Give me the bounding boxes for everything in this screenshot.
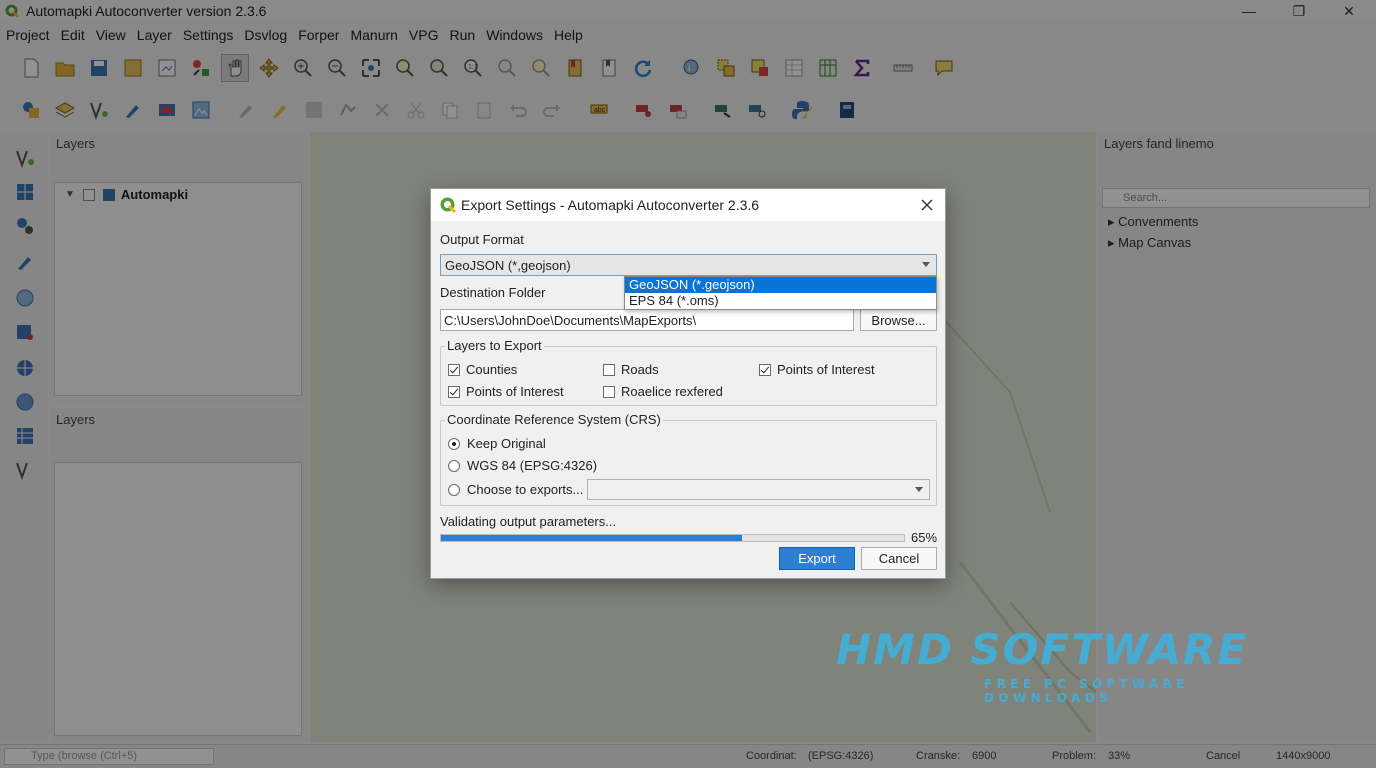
crs-custom-select[interactable]: [587, 479, 930, 500]
cancel-button[interactable]: Cancel: [861, 547, 937, 570]
radio-unselected-icon: [448, 483, 460, 496]
dialog-title: Export Settings - Automapki Autoconverte…: [461, 197, 760, 213]
layer-checkbox-roads[interactable]: Roads: [603, 362, 659, 377]
progress-percent: 65%: [911, 530, 938, 545]
progress-status-text: Validating output parameters...: [440, 514, 617, 529]
destination-folder-label: Destination Folder: [440, 285, 546, 300]
dialog-title-bar: Export Settings - Automapki Autoconverte…: [431, 189, 945, 221]
crs-radio-label: WGS 84 (EPSG:4326): [467, 458, 598, 473]
layer-checkbox-label: Counties: [466, 362, 518, 377]
format-option-eps84[interactable]: EPS 84 (*.oms): [625, 293, 936, 309]
export-button[interactable]: Export: [779, 547, 855, 570]
layer-checkbox-counties[interactable]: Counties: [448, 362, 517, 377]
qgis-logo-icon: [440, 197, 457, 214]
output-format-dropdown-list: GeoJSON (*.geojson) EPS 84 (*.oms): [624, 276, 937, 310]
radio-selected-icon: [448, 437, 460, 450]
layer-checkbox-roaelice[interactable]: Roaelice rexfered: [603, 384, 723, 399]
browse-button[interactable]: Browse...: [860, 309, 937, 331]
format-option-geojson[interactable]: GeoJSON (*.geojson): [625, 277, 936, 293]
crs-group-title: Coordinate Reference System (CRS): [445, 412, 663, 427]
destination-folder-input[interactable]: C:\Users\JohnDoe\Documents\MapExports\: [440, 309, 854, 331]
layer-checkbox-poi-2[interactable]: Points of Interest: [448, 384, 564, 399]
layers-group-title: Layers to Export: [445, 338, 544, 353]
crs-radio-choose[interactable]: Choose to exports...: [448, 482, 583, 497]
checkbox-checked-icon: [448, 363, 460, 376]
layers-to-export-group: Layers to Export Counties Roads Points o…: [440, 338, 937, 406]
layer-checkbox-poi-1[interactable]: Points of Interest: [759, 362, 875, 377]
watermark: HMD SOFTWARE FREE PC SOFTWARE DOWNLOADS: [836, 625, 1300, 706]
checkbox-checked-icon: [759, 363, 771, 376]
layer-checkbox-label: Points of Interest: [777, 362, 875, 377]
close-icon: [921, 199, 933, 211]
chevron-down-icon: [922, 262, 930, 267]
crs-radio-label: Keep Original: [467, 436, 546, 451]
progress-bar: [440, 534, 905, 542]
radio-unselected-icon: [448, 459, 460, 472]
checkbox-checked-icon: [448, 385, 460, 398]
crs-radio-wgs84[interactable]: WGS 84 (EPSG:4326): [448, 458, 597, 473]
layer-checkbox-label: Roads: [621, 362, 659, 377]
progress-bar-fill: [441, 535, 742, 541]
watermark-subtitle: FREE PC SOFTWARE DOWNLOADS: [984, 677, 1189, 705]
dialog-close-button[interactable]: [917, 195, 937, 215]
output-format-label: Output Format: [440, 232, 524, 247]
watermark-title: HMD SOFTWARE: [836, 625, 1249, 674]
crs-radio-label: Choose to exports...: [467, 482, 584, 497]
layer-checkbox-label: Roaelice rexfered: [621, 384, 723, 399]
export-settings-dialog: Export Settings - Automapki Autoconverte…: [430, 188, 946, 579]
crs-radio-keep-original[interactable]: Keep Original: [448, 436, 546, 451]
checkbox-unchecked-icon: [603, 363, 615, 376]
output-format-select[interactable]: GeoJSON (*,geojson): [440, 254, 937, 276]
layer-checkbox-label: Points of Interest: [466, 384, 564, 399]
crs-group: Coordinate Reference System (CRS) Keep O…: [440, 412, 937, 506]
chevron-down-icon: [915, 487, 923, 492]
output-format-value: GeoJSON (*,geojson): [445, 257, 571, 273]
checkbox-unchecked-icon: [603, 385, 615, 398]
